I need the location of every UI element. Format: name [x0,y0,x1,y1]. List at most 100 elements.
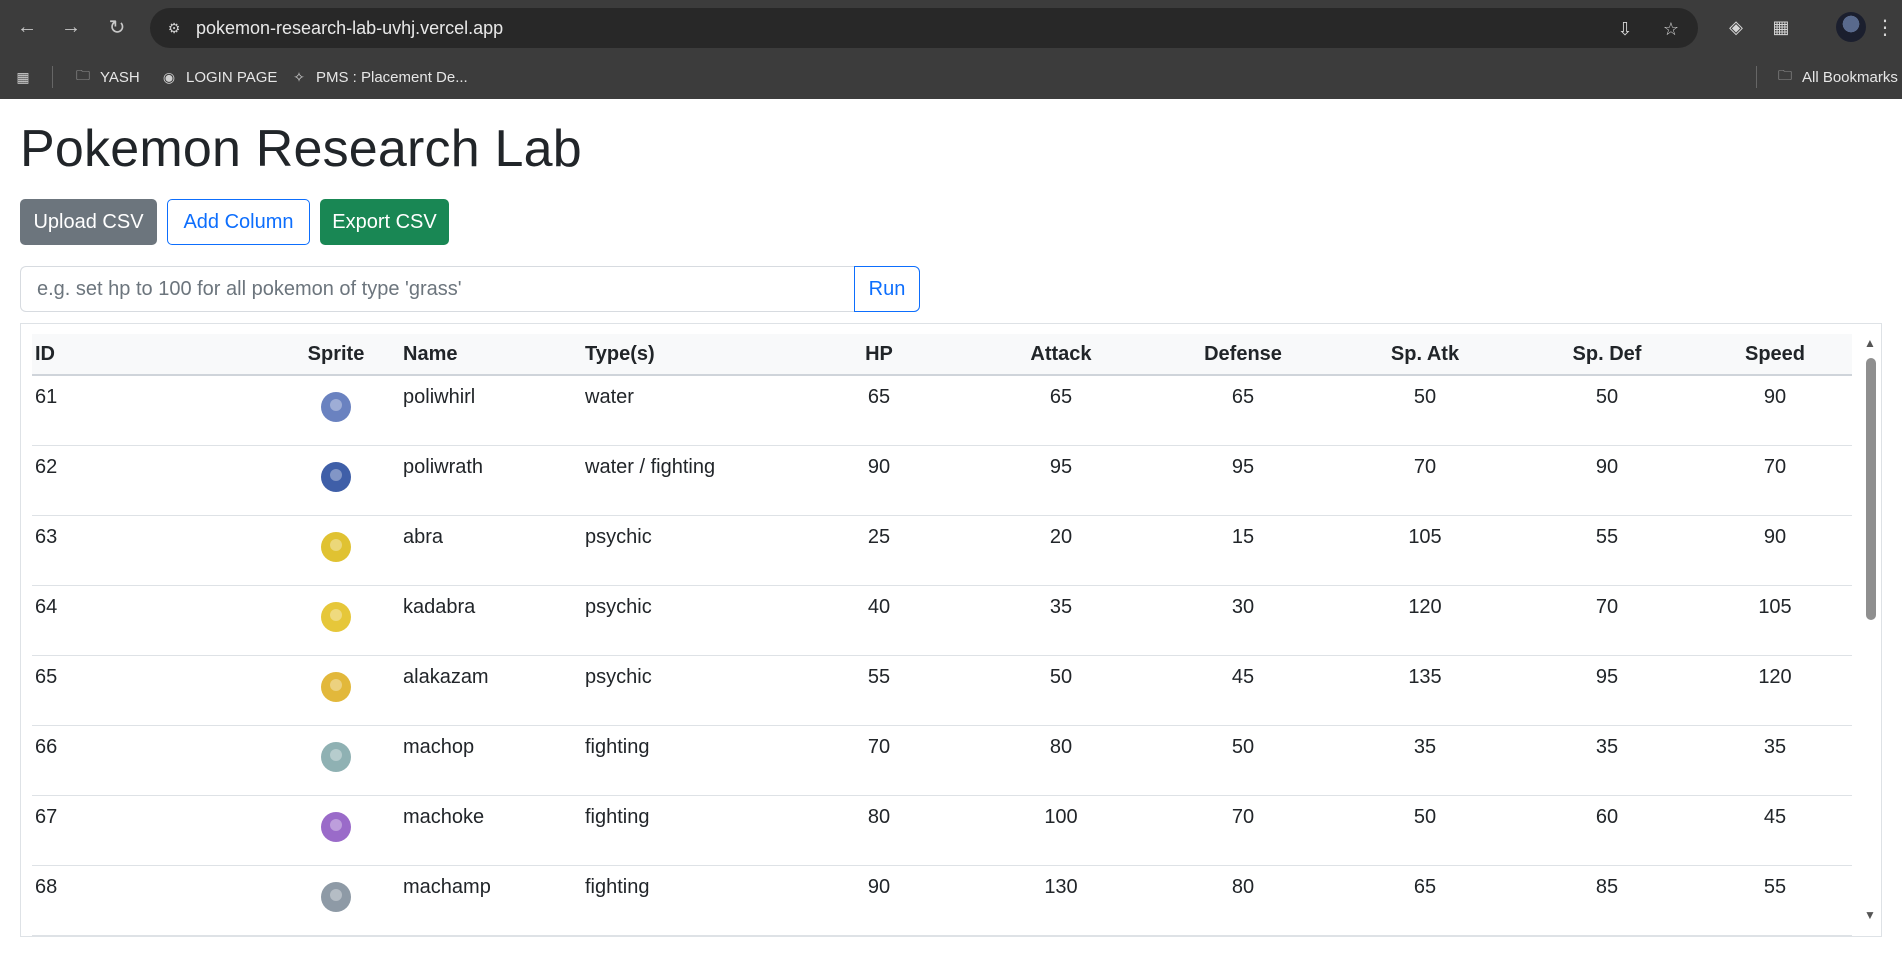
header-types[interactable]: Type(s) [582,334,788,376]
cell-defense-text: 65 [1231,386,1255,408]
site-info-icon[interactable]: ⚙ [164,18,184,38]
cell-defense-text: 15 [1231,526,1255,548]
browser-chrome: ← → ↻ ⚙ pokemon-research-lab-uvhj.vercel… [0,0,1902,99]
table-row[interactable]: 65 alakazam psychic 55 50 45 135 95 120 [32,655,1852,726]
address-bar[interactable]: ⚙ pokemon-research-lab-uvhj.vercel.app ⇩… [150,8,1698,48]
pokemon-sprite [321,602,351,632]
cell-sp-atk: 65 [1334,865,1516,936]
forward-icon[interactable]: → [56,12,86,42]
all-bookmarks[interactable]: 🗀 All Bookmarks [1776,64,1898,90]
cell-id-text: 66 [35,736,58,758]
table-row[interactable]: 64 kadabra psychic 40 35 30 120 70 105 [32,585,1852,656]
cell-name: poliwrath [400,445,582,516]
table-row[interactable]: 61 poliwhirl water 65 65 65 50 50 90 [32,375,1852,446]
cell-sp-def: 70 [1516,585,1698,656]
table-row[interactable]: 63 abra psychic 25 20 15 105 55 90 [32,515,1852,586]
url-text[interactable]: pokemon-research-lab-uvhj.vercel.app [196,18,503,39]
cell-sprite [272,865,400,936]
header-attack[interactable]: Attack [970,334,1152,376]
cell-hp-text: 55 [867,666,891,688]
cell-attack: 20 [970,515,1152,586]
cell-sp-def-text: 35 [1595,736,1619,758]
reload-icon[interactable]: ↻ [102,12,132,42]
cell-defense: 30 [1152,585,1334,656]
export-csv-button[interactable]: Export CSV [320,199,449,245]
cell-sp-atk-text: 65 [1413,876,1437,898]
table-row[interactable]: 66 machop fighting 70 80 50 35 35 35 [32,725,1852,796]
install-app-icon[interactable]: ⇩ [1612,16,1638,42]
cell-attack: 80 [970,725,1152,796]
scrollbar-thumb[interactable] [1866,358,1876,620]
cell-defense: 50 [1152,725,1334,796]
extensions-puzzle-icon[interactable]: ▦ [1766,12,1796,42]
cell-id-text: 63 [35,526,58,548]
header-sp-atk[interactable]: Sp. Atk [1334,334,1516,376]
bookmark-star-icon[interactable]: ☆ [1658,16,1684,42]
bookmark-label: PMS : Placement De... [316,68,468,86]
table-scrollbar[interactable]: ▲ ▼ [1859,324,1881,936]
upload-csv-button[interactable]: Upload CSV [20,199,157,245]
bookmark-login-page[interactable]: ◉ LOGIN PAGE [160,64,278,90]
cell-hp: 40 [788,585,970,656]
cell-name: machamp [400,865,582,936]
cell-speed-text: 70 [1763,456,1787,478]
back-icon[interactable]: ← [12,12,42,42]
header-id[interactable]: ID [32,334,272,376]
scroll-up-arrow-icon[interactable]: ▲ [1862,336,1878,350]
cell-speed: 120 [1698,655,1852,726]
header-speed[interactable]: Speed [1698,334,1852,376]
bookmarks-separator [52,66,53,88]
cell-sp-atk: 70 [1334,445,1516,516]
header-sp-def[interactable]: Sp. Def [1516,334,1698,376]
cell-sp-def-text: 50 [1595,386,1619,408]
globe-icon: ◉ [162,68,176,85]
cell-name-text: kadabra [403,596,476,618]
cell-sp-atk: 50 [1334,375,1516,446]
cell-hp: 90 [788,865,970,936]
table-row[interactable]: 62 poliwrath water / fighting 90 95 95 70 90 70 [32,445,1852,516]
cell-attack: 35 [970,585,1152,656]
cell-attack-text: 35 [1049,596,1073,618]
cell-attack-text: 95 [1049,456,1073,478]
cell-hp: 90 [788,445,970,516]
cell-hp-text: 80 [867,806,891,828]
add-column-button[interactable]: Add Column [167,199,310,245]
table-row[interactable]: 67 machoke fighting 80 100 70 50 60 45 [32,795,1852,866]
cell-id: 66 [32,725,272,796]
extension-fox-icon[interactable]: ◈ [1721,12,1751,42]
header-name[interactable]: Name [400,334,582,376]
scroll-down-arrow-icon[interactable]: ▼ [1862,908,1878,922]
cell-name: machop [400,725,582,796]
folder-icon: 🗀 [1778,67,1792,83]
cell-sp-atk-text: 50 [1413,806,1437,828]
cell-id-text: 64 [35,596,58,618]
pokemon-sprite [321,672,351,702]
cell-types-text: water / fighting [585,456,716,478]
pokemon-sprite [321,742,351,772]
cell-defense: 95 [1152,445,1334,516]
cell-id-text: 68 [35,876,58,898]
table-row[interactable]: 68 machamp fighting 90 130 80 65 85 55 [32,865,1852,936]
browser-menu-icon[interactable]: ⋮ [1872,12,1898,42]
run-button[interactable]: Run [854,266,920,312]
pokemon-table-container[interactable]: ID Sprite Name Type(s) HP Attack Defense… [20,323,1882,937]
bookmark-yash[interactable]: 🗀 YASH [74,64,140,90]
cell-attack: 130 [970,865,1152,936]
cell-attack: 100 [970,795,1152,866]
cell-types-text: psychic [585,526,652,548]
cell-id: 62 [32,445,272,516]
cell-name: machoke [400,795,582,866]
bookmark-pms[interactable]: ✧ PMS : Placement De... [290,64,468,90]
cell-speed-text: 45 [1763,806,1787,828]
cell-sp-atk: 120 [1334,585,1516,656]
command-input[interactable] [20,266,855,312]
apps-grid-icon[interactable]: ▦ [14,64,32,90]
header-hp[interactable]: HP [788,334,970,376]
header-defense[interactable]: Defense [1152,334,1334,376]
cell-hp: 65 [788,375,970,446]
header-sprite[interactable]: Sprite [272,334,400,376]
cell-name: abra [400,515,582,586]
cell-attack-text: 20 [1049,526,1073,548]
cell-types-text: fighting [585,736,650,758]
profile-avatar[interactable] [1836,12,1866,42]
